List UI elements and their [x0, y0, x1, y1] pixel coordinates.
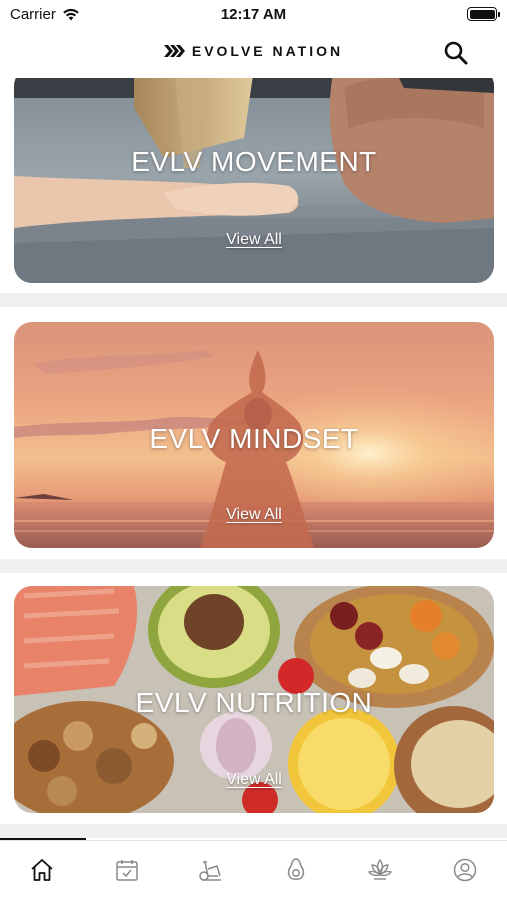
view-all-link[interactable]: View All: [14, 506, 494, 524]
carrier-label: Carrier: [10, 5, 56, 23]
card-separator: [0, 293, 507, 307]
carrier-info: Carrier: [10, 6, 80, 23]
tab-home[interactable]: [0, 841, 85, 900]
avocado-icon: [287, 858, 304, 880]
brand-name: EVOLVE NATION: [191, 43, 344, 59]
movement-image: [14, 78, 494, 283]
view-all-link[interactable]: View All: [14, 231, 494, 249]
search-icon: [444, 41, 468, 65]
tab-nutrition[interactable]: [254, 841, 339, 900]
search-button[interactable]: [443, 40, 469, 66]
profile-icon: [453, 858, 476, 882]
exercise-bike-icon: [199, 861, 222, 881]
tab-calendar[interactable]: [85, 841, 170, 900]
card-movement[interactable]: EVLV MOVEMENT View All: [14, 78, 494, 283]
tab-profile[interactable]: [423, 841, 507, 900]
view-all-label[interactable]: View All: [226, 506, 282, 523]
view-all-label[interactable]: View All: [226, 231, 282, 248]
calendar-icon: [116, 860, 138, 881]
card-separator: [0, 559, 507, 573]
card-title: EVLV NUTRITION: [135, 687, 373, 718]
chevrons-logo-icon: [163, 45, 185, 57]
status-bar: Carrier 12:17 AM: [0, 0, 507, 28]
card-separator: [0, 824, 507, 838]
view-all-label[interactable]: View All: [226, 771, 282, 788]
battery-icon: [467, 7, 500, 21]
wifi-icon: [63, 8, 79, 20]
brand-logo: EVOLVE NATION: [163, 43, 344, 59]
lotus-icon: [368, 858, 393, 880]
tab-workouts[interactable]: [169, 841, 254, 900]
home-icon: [31, 859, 53, 881]
category-feed[interactable]: EVLV MOVEMENT View All EVLV MINDSET View…: [0, 78, 507, 838]
view-all-link[interactable]: View All: [14, 771, 494, 789]
card-mindset[interactable]: EVLV MINDSET View All: [14, 322, 494, 548]
card-nutrition[interactable]: EVLV NUTRITION View All: [14, 586, 494, 813]
tab-mindset[interactable]: [338, 841, 423, 900]
card-title: EVLV MINDSET: [149, 423, 359, 454]
app-header: EVOLVE NATION: [0, 28, 507, 74]
tab-bar: [0, 840, 507, 900]
card-title: EVLV MOVEMENT: [131, 146, 377, 177]
